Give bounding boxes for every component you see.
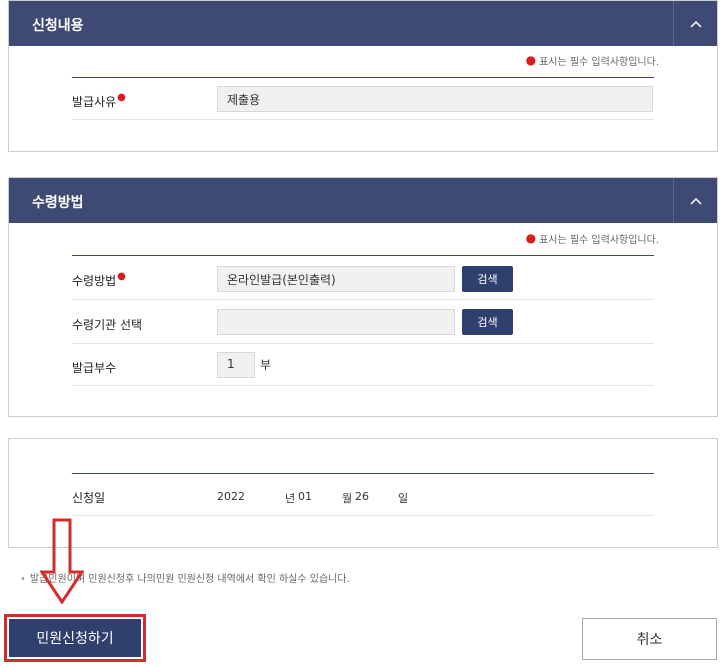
date-row: 신청일 2022 년 01 월 26 일 [72, 474, 654, 516]
institution-label: 수령기관 선택 [72, 318, 143, 332]
institution-row: 수령기관 선택 검색 [72, 300, 654, 344]
required-note: ● 표시는 필수 입력사항입니다. [525, 53, 659, 68]
chevron-up-icon [689, 197, 702, 205]
section-application-date: 신청일 2022 년 01 월 26 일 [8, 438, 718, 548]
date-month: 01 [298, 490, 312, 503]
reason-label: 발급사유● [72, 92, 126, 109]
copies-unit: 부 [260, 358, 272, 372]
institution-search-button[interactable]: 검색 [462, 309, 513, 335]
cancel-button[interactable]: 취소 [582, 618, 717, 660]
collapse-button[interactable] [673, 178, 717, 223]
method-field[interactable]: 온라인발급(본인출력) [217, 266, 455, 292]
section-title: 수령방법 [32, 195, 84, 211]
section-application-content: 신청내용 ● 표시는 필수 입력사항입니다. 발급사유● 제출용 [8, 0, 718, 152]
required-marker: ● [117, 92, 126, 103]
day-unit: 일 [398, 492, 409, 505]
institution-field[interactable] [217, 309, 455, 335]
date-year: 2022 [217, 490, 245, 503]
section-receipt-method: 수령방법 ● 표시는 필수 입력사항입니다. 수령방법● 온라인발급(본인출력) … [8, 177, 718, 417]
reason-field[interactable]: 제출용 [217, 86, 653, 112]
reason-row: 발급사유● 제출용 [72, 78, 654, 120]
section-header: 신청내용 [9, 1, 717, 46]
method-row: 수령방법● 온라인발급(본인출력) 검색 [72, 256, 654, 300]
copies-label: 발급부수 [72, 361, 117, 375]
down-arrow-annotation-icon [40, 518, 84, 604]
date-label: 신청일 [72, 491, 106, 505]
copies-field[interactable]: 1 [217, 352, 255, 378]
date-day: 26 [355, 490, 369, 503]
section-header: 수령방법 [9, 178, 717, 223]
submit-button[interactable]: 민원신청하기 [9, 619, 141, 657]
collapse-button[interactable] [673, 1, 717, 46]
section-title: 신청내용 [32, 18, 84, 34]
method-search-button[interactable]: 검색 [462, 266, 513, 292]
method-label: 수령방법● [72, 271, 126, 288]
chevron-up-icon [689, 20, 702, 28]
required-note: ● 표시는 필수 입력사항입니다. [525, 231, 659, 246]
bullet-icon: • [20, 574, 26, 585]
copies-row: 발급부수 1 부 [72, 344, 654, 386]
required-marker: ● [117, 271, 126, 282]
month-unit: 월 [342, 492, 353, 505]
submit-button-highlight: 민원신청하기 [4, 614, 146, 662]
required-dot-icon: ● [525, 231, 537, 245]
year-unit: 년 [285, 492, 296, 505]
required-dot-icon: ● [525, 53, 537, 67]
